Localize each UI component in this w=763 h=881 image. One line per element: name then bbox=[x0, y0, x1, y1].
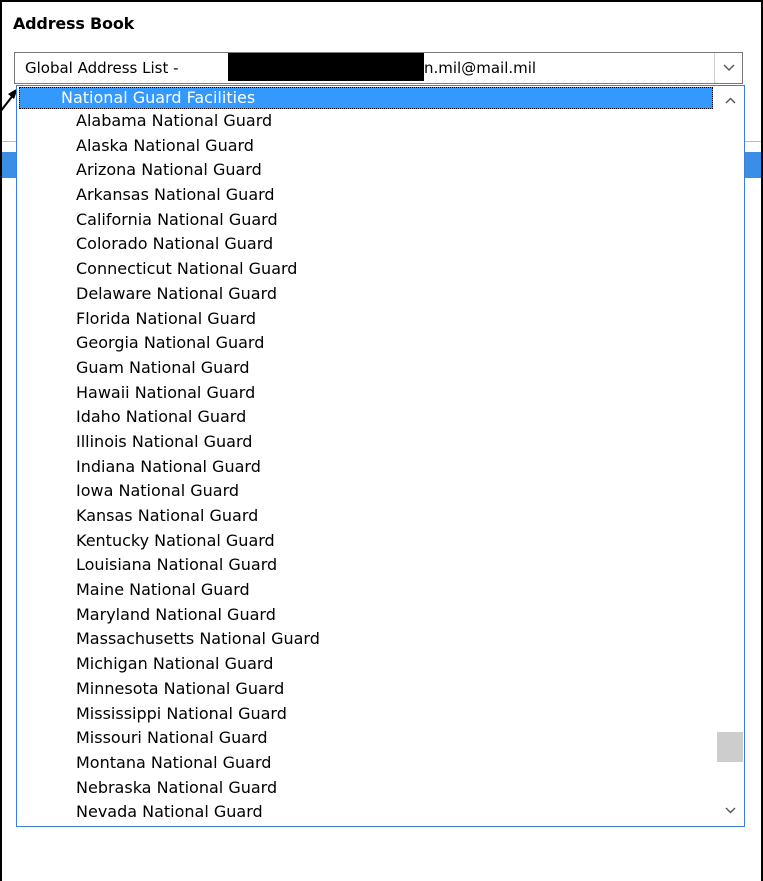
list-item[interactable]: Maryland National Guard bbox=[17, 603, 715, 628]
list-item[interactable]: Missouri National Guard bbox=[17, 726, 715, 751]
vertical-scrollbar[interactable] bbox=[716, 86, 744, 826]
redaction-block bbox=[228, 53, 424, 81]
list-item[interactable]: Georgia National Guard bbox=[17, 331, 715, 356]
list-item[interactable]: Alabama National Guard bbox=[17, 109, 715, 134]
chevron-down-icon[interactable] bbox=[716, 798, 744, 822]
list-item[interactable]: Kentucky National Guard bbox=[17, 529, 715, 554]
list-item[interactable]: Idaho National Guard bbox=[17, 405, 715, 430]
list-item[interactable]: Nebraska National Guard bbox=[17, 776, 715, 801]
list-item[interactable]: Maine National Guard bbox=[17, 578, 715, 603]
list-item[interactable]: Indiana National Guard bbox=[17, 455, 715, 480]
list-item[interactable]: Colorado National Guard bbox=[17, 232, 715, 257]
list-item[interactable]: Massachusetts National Guard bbox=[17, 627, 715, 652]
list-item[interactable]: Kansas National Guard bbox=[17, 504, 715, 529]
list-item[interactable]: Delaware National Guard bbox=[17, 282, 715, 307]
list-item[interactable]: Connecticut National Guard bbox=[17, 257, 715, 282]
list-item[interactable]: Hawaii National Guard bbox=[17, 381, 715, 406]
combo-prefix: Global Address List - bbox=[25, 59, 179, 77]
address-list-dropdown[interactable]: National Guard Facilities Alabama Nation… bbox=[16, 85, 745, 827]
dialog-title: Address Book bbox=[13, 14, 135, 33]
dropdown-list: National Guard Facilities Alabama Nation… bbox=[17, 86, 715, 825]
scrollbar-thumb[interactable] bbox=[717, 732, 743, 762]
list-item[interactable]: Arkansas National Guard bbox=[17, 183, 715, 208]
chevron-up-icon[interactable] bbox=[716, 88, 744, 112]
background-divider bbox=[744, 141, 761, 142]
list-item[interactable]: Illinois National Guard bbox=[17, 430, 715, 455]
list-item[interactable]: Louisiana National Guard bbox=[17, 553, 715, 578]
combo-suffix: n.mil@mail.mil bbox=[424, 59, 537, 77]
list-item[interactable]: California National Guard bbox=[17, 208, 715, 233]
background-selection-edge bbox=[744, 152, 761, 178]
chevron-down-icon[interactable] bbox=[714, 53, 742, 83]
list-item[interactable]: Florida National Guard bbox=[17, 307, 715, 332]
address-list-combobox[interactable]: Global Address List - n.mil@mail.mil bbox=[14, 52, 743, 84]
list-item[interactable]: Mississippi National Guard bbox=[17, 702, 715, 727]
list-item-national-guard-facilities[interactable]: National Guard Facilities bbox=[19, 87, 713, 109]
background-divider bbox=[2, 141, 16, 142]
list-item[interactable]: Guam National Guard bbox=[17, 356, 715, 381]
list-item[interactable]: Iowa National Guard bbox=[17, 479, 715, 504]
list-item[interactable]: Arizona National Guard bbox=[17, 158, 715, 183]
list-item[interactable]: Michigan National Guard bbox=[17, 652, 715, 677]
list-item[interactable]: Alaska National Guard bbox=[17, 134, 715, 159]
list-item[interactable]: Nevada National Guard bbox=[17, 800, 715, 825]
list-item[interactable]: Montana National Guard bbox=[17, 751, 715, 776]
list-item[interactable]: Minnesota National Guard bbox=[17, 677, 715, 702]
background-selection-edge bbox=[2, 152, 16, 178]
